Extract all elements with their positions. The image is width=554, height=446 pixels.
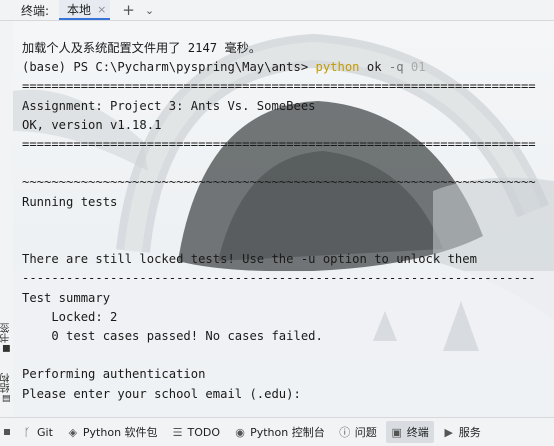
packages-icon: ◈ [68, 425, 78, 439]
tool-python-packages-label: Python 软件包 [82, 426, 158, 439]
command-python: python [315, 60, 360, 75]
tool-terminal-label: 终端 [406, 426, 429, 439]
terminal-lines: 加载个人及系统配置文件用了 2147 毫秒。 (base) PS C:\Pych… [22, 39, 536, 404]
tab-local[interactable]: 本地 × [59, 0, 111, 20]
locked-tests-message: There are still locked tests! Use the -u… [22, 252, 477, 267]
passed-line: 0 test cases passed! No cases failed. [22, 329, 323, 344]
python-icon: ◉ [235, 425, 245, 439]
email-prompt: Please enter your school email (.edu): [22, 386, 301, 401]
toggle-tool-windows-icon[interactable] [4, 429, 10, 435]
command-ok: ok [359, 60, 389, 75]
terminal-icon: ▣ [391, 425, 402, 439]
bookmarks-tool-button[interactable]: ■ 书签 [0, 323, 13, 355]
bottom-tool-bar: ᚴ Git ◈ Python 软件包 ☰ TODO ◉ Python 控制台 ⓘ… [0, 417, 554, 446]
close-icon[interactable]: × [97, 3, 106, 16]
profile-load-line: 加载个人及系统配置文件用了 2147 毫秒。 [22, 41, 262, 55]
tool-git[interactable]: ᚴ Git [16, 421, 58, 443]
version-line: OK, version v1.18.1 [22, 117, 162, 132]
tool-python-console-label: Python 控制台 [250, 426, 325, 439]
terminal-tab-header: 终端: 本地 × + ⌄ [0, 0, 554, 21]
structure-label: 结构 [1, 373, 12, 393]
tab-local-label: 本地 [67, 2, 92, 17]
tool-git-label: Git [37, 425, 53, 439]
todo-list-icon: ☰ [172, 425, 183, 439]
terminal-panel-title: 终端: [21, 3, 50, 18]
separator-tilde: ~~~~~~~~~~~~~~~~~~~~~~~~~~~~~~~~~~~~~~~~… [22, 175, 536, 190]
separator-dash: ----------------------------------------… [22, 271, 536, 286]
running-tests-line: Running tests [22, 194, 118, 209]
tool-python-packages[interactable]: ◈ Python 软件包 [62, 421, 163, 443]
test-summary-heading: Test summary [22, 290, 111, 305]
tool-services-label: 服务 [458, 426, 481, 439]
tool-python-console[interactable]: ◉ Python 控制台 [229, 421, 330, 443]
prompt: (base) PS C:\Pycharm\pyspring\May\ants> [22, 60, 316, 75]
services-play-icon: ▶ [444, 425, 453, 439]
chevron-down-icon[interactable]: ⌄ [145, 4, 154, 17]
tool-problems-label: 问题 [354, 426, 377, 439]
terminal-output[interactable]: 加载个人及系统配置文件用了 2147 毫秒。 (base) PS C:\Pych… [13, 21, 554, 417]
separator-equals: ========================================… [22, 79, 536, 94]
tool-services[interactable]: ▶ 服务 [438, 421, 486, 443]
separator-equals: ========================================… [22, 137, 536, 152]
add-tab-icon[interactable]: + [122, 1, 135, 19]
structure-icon: ▤ [1, 393, 12, 403]
command-arg: 01 [403, 60, 426, 75]
structure-tool-button[interactable]: ▤ 结构 [0, 373, 13, 405]
bookmark-icon: ■ [1, 343, 12, 353]
tool-todo[interactable]: ☰ TODO [167, 421, 226, 443]
command-flag: -q [388, 60, 404, 75]
auth-line: Performing authentication [22, 367, 206, 382]
tool-terminal[interactable]: ▣ 终端 [385, 421, 434, 443]
assignment-line: Assignment: Project 3: Ants Vs. SomeBees [22, 98, 316, 113]
tool-problems[interactable]: ⓘ 问题 [334, 421, 382, 443]
git-branch-icon: ᚴ [23, 425, 31, 439]
problems-icon: ⓘ [339, 426, 351, 439]
locked-count: Locked: 2 [22, 309, 118, 324]
left-tool-strip: ■ 书签 ▤ 结构 [0, 21, 14, 417]
tool-todo-label: TODO [187, 425, 221, 439]
bookmarks-label: 书签 [1, 323, 12, 343]
